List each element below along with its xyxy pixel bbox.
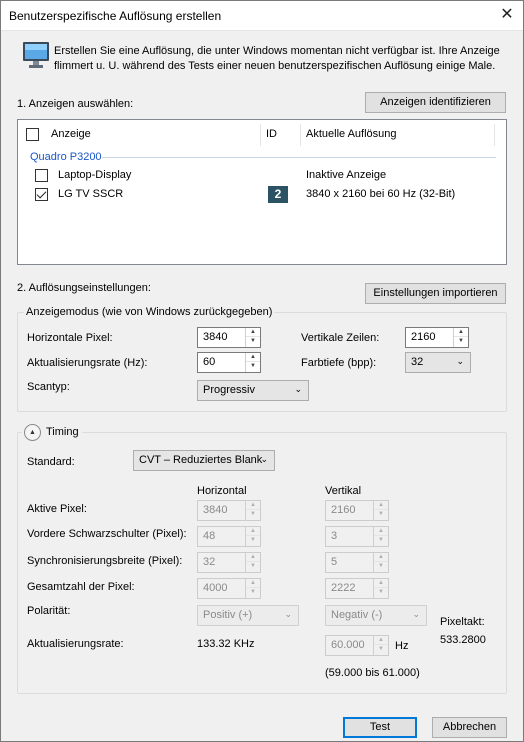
header-resolution[interactable]: Aktuelle Auflösung — [306, 128, 397, 140]
select-all-checkbox[interactable] — [26, 128, 39, 141]
header-id[interactable]: ID — [266, 128, 277, 140]
color-depth-select[interactable]: 32 ⌄ — [405, 352, 471, 373]
list-item[interactable]: LG TV SSCR 2 3840 x 2160 bei 60 Hz (32-B… — [18, 186, 506, 204]
sync-width-h-stepper[interactable]: 32 ▲ ▼ — [197, 552, 261, 573]
refresh-range: (59.000 bis 61.000) — [325, 667, 420, 679]
display-resolution: Inaktive Anzeige — [306, 169, 387, 181]
active-pixels-v-stepper[interactable]: 2160 ▲ ▼ — [325, 500, 389, 521]
vertical-lines-label: Vertikale Zeilen: — [301, 332, 380, 344]
section2-label: 2. Auflösungseinstellungen: — [17, 282, 151, 294]
timing-refresh-label: Aktualisierungsrate: — [27, 638, 124, 650]
display-checkbox[interactable] — [35, 169, 48, 182]
standard-label: Standard: — [27, 456, 75, 468]
scan-type-label: Scantyp: — [27, 381, 70, 393]
close-icon[interactable]: ✕ — [496, 4, 518, 26]
total-pixels-v-stepper[interactable]: 2222 ▲ ▼ — [325, 578, 389, 599]
identify-displays-button[interactable]: Anzeigen identifizieren — [365, 92, 506, 113]
front-porch-label: Vordere Schwarzschulter (Pixel): — [27, 528, 187, 540]
scan-type-select[interactable]: Progressiv ⌄ — [197, 380, 309, 401]
total-pixels-h-stepper[interactable]: 4000 ▲ ▼ — [197, 578, 261, 599]
import-settings-button[interactable]: Einstellungen importieren — [365, 283, 506, 304]
group-divider — [102, 157, 496, 158]
vertical-refresh-stepper[interactable]: 60.000 ▲ ▼ — [325, 635, 389, 656]
horizontal-pixels-stepper[interactable]: 3840 ▲ ▼ — [197, 327, 261, 348]
section1-label: 1. Anzeigen auswählen: — [17, 98, 134, 110]
header-display[interactable]: Anzeige — [51, 128, 91, 140]
display-id-badge: 2 — [268, 186, 288, 203]
collapse-icon[interactable]: ▲ — [24, 424, 41, 441]
pixel-clock-value: 533.2800 — [440, 634, 486, 646]
horizontal-pixels-label: Horizontale Pixel: — [27, 332, 113, 344]
list-item[interactable]: Laptop-Display Inaktive Anzeige — [18, 167, 506, 185]
pixel-clock-label: Pixeltakt: — [440, 616, 485, 628]
polarity-v-select[interactable]: Negativ (-) ⌄ — [325, 605, 427, 626]
display-name: Laptop-Display — [58, 169, 132, 181]
active-pixels-h-stepper[interactable]: 3840 ▲ ▼ — [197, 500, 261, 521]
sync-width-label: Synchronisierungsbreite (Pixel): — [27, 555, 183, 567]
refresh-rate-stepper[interactable]: 60 ▲ ▼ — [197, 352, 261, 373]
timing-toggle[interactable]: ▲ Timing — [22, 424, 82, 442]
title-bar: Benutzerspezifische Auflösung erstellen … — [0, 0, 524, 31]
vertical-lines-stepper[interactable]: 2160 ▲ ▼ — [405, 327, 469, 348]
info-text-line2: flimmert u. U. während des Tests einer n… — [54, 60, 496, 72]
window-title: Benutzerspezifische Auflösung erstellen — [9, 9, 222, 23]
vertical-column-header: Vertikal — [325, 485, 362, 497]
display-resolution: 3840 x 2160 bei 60 Hz (32-Bit) — [306, 188, 456, 200]
front-porch-h-stepper[interactable]: 48 ▲ ▼ — [197, 526, 261, 547]
polarity-h-select[interactable]: Positiv (+) ⌄ — [197, 605, 299, 626]
display-mode-group-label: Anzeigemodus (wie von Windows zurückgege… — [24, 306, 275, 318]
timing-standard-select[interactable]: CVT – Reduziertes Blank ⌄ — [133, 450, 275, 471]
test-button[interactable]: Test — [343, 717, 417, 738]
color-depth-label: Farbtiefe (bpp): — [301, 357, 377, 369]
refresh-unit: Hz — [395, 640, 409, 652]
info-text-line1: Erstellen Sie eine Auflösung, die unter … — [54, 45, 500, 57]
polarity-label: Polarität: — [27, 605, 71, 617]
gpu-group-label: Quadro P3200 — [30, 151, 102, 163]
horizontal-refresh-value: 133.32 KHz — [197, 638, 255, 650]
horizontal-column-header: Horizontal — [197, 485, 247, 497]
front-porch-v-stepper[interactable]: 3 ▲ ▼ — [325, 526, 389, 547]
timing-label: Timing — [46, 426, 79, 438]
monitor-icon — [22, 41, 50, 69]
refresh-rate-label: Aktualisierungsrate (Hz): — [27, 357, 148, 369]
display-name: LG TV SSCR — [58, 188, 124, 200]
total-pixels-label: Gesamtzahl der Pixel: — [27, 581, 135, 593]
display-checkbox[interactable] — [35, 188, 48, 201]
sync-width-v-stepper[interactable]: 5 ▲ ▼ — [325, 552, 389, 573]
display-list[interactable]: Anzeige ID Aktuelle Auflösung Quadro P32… — [17, 119, 507, 265]
active-pixels-label: Aktive Pixel: — [27, 503, 87, 515]
cancel-button[interactable]: Abbrechen — [432, 717, 507, 738]
